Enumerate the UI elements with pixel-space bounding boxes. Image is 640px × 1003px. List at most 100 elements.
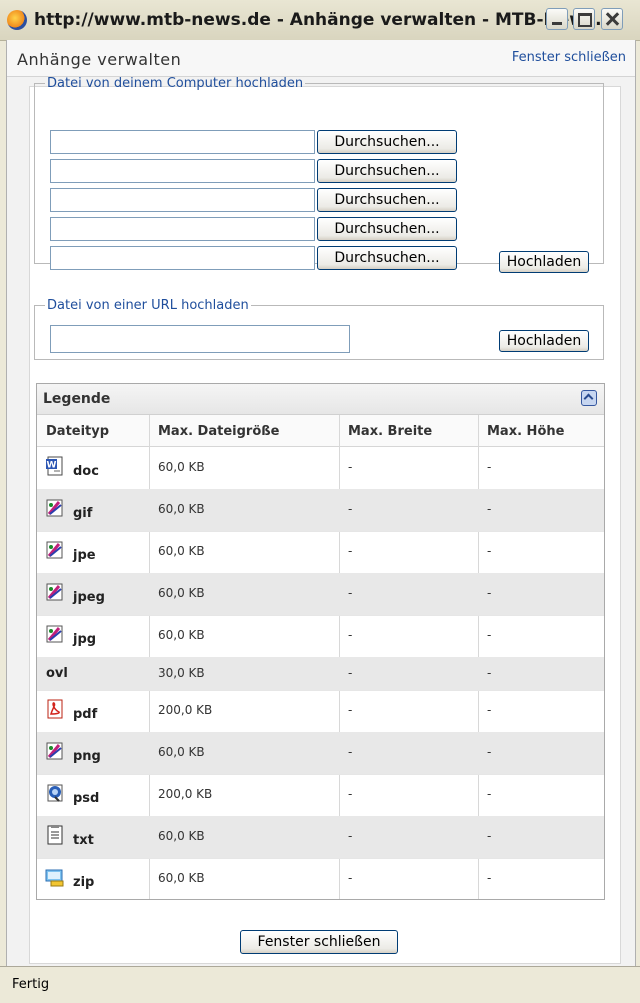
filetype-label: png [73,749,101,764]
close-window-link[interactable]: Fenster schließen [512,50,626,65]
max-height-value: - [487,586,492,600]
filetype-label: jpeg [73,590,105,605]
max-width-value: - [348,544,353,558]
table-row: txt 60,0 KB - - [37,816,604,859]
table-row: jpe 60,0 KB - - [37,531,604,574]
table-row: jpeg 60,0 KB - - [37,573,604,616]
filetype-label: txt [73,833,94,848]
max-size-value: 200,0 KB [158,703,213,717]
word-document-icon: W [45,456,65,476]
filetype-label: gif [73,506,93,521]
table-header-row: Dateityp Max. Dateigröße Max. Breite Max… [37,415,604,447]
header-max-width: Max. Breite [348,424,433,439]
photoshop-file-icon [45,783,65,803]
max-size-value: 200,0 KB [158,787,213,801]
legend-table: Legende Dateityp Max. Dateigröße Max. Br… [36,383,605,900]
url-upload-legend: Datei von einer URL hochladen [47,298,249,313]
file-upload-row: Durchsuchen... [50,130,457,156]
max-size-value: 60,0 KB [158,871,205,885]
image-file-icon [45,624,65,644]
page-title: Anhänge verwalten [17,50,182,69]
file-input-2[interactable] [50,159,315,183]
max-height-value: - [487,666,492,680]
table-row: jpg 60,0 KB - - [37,615,604,658]
image-file-icon [45,741,65,761]
max-width-value: - [348,703,353,717]
image-file-icon [45,582,65,602]
status-text: Fertig [12,977,50,992]
max-size-value: 60,0 KB [158,460,205,474]
url-input[interactable] [50,325,350,353]
window-titlebar: http://www.mtb-news.de - Anhänge verwalt… [0,0,640,41]
max-width-value: - [348,829,353,843]
close-window-button[interactable] [601,8,623,30]
window-title: http://www.mtb-news.de - Anhänge verwalt… [34,10,621,30]
max-size-value: 60,0 KB [158,745,205,759]
close-window-button-bottom[interactable]: Fenster schließen [240,930,398,954]
browse-button-4[interactable]: Durchsuchen... [317,217,457,241]
file-upload-row: Durchsuchen... [50,159,457,185]
max-width-value: - [348,502,353,516]
file-input-1[interactable] [50,130,315,154]
header-max-height: Max. Höhe [487,424,565,439]
browse-button-1[interactable]: Durchsuchen... [317,130,457,154]
pdf-file-icon [45,699,65,719]
table-row: ovl 30,0 KB - - [37,657,604,691]
max-height-value: - [487,460,492,474]
max-width-value: - [348,787,353,801]
browse-button-2[interactable]: Durchsuchen... [317,159,457,183]
computer-upload-legend: Datei von deinem Computer hochladen [47,76,304,91]
table-row: pdf 200,0 KB - - [37,690,604,733]
browse-button-5[interactable]: Durchsuchen... [317,246,457,270]
max-height-value: - [487,628,492,642]
file-upload-row: Durchsuchen... [50,246,457,272]
page-header: Anhänge verwalten Fenster schließen [7,40,635,77]
text-file-icon [45,825,65,845]
image-file-icon [45,540,65,560]
max-size-value: 60,0 KB [158,502,205,516]
max-size-value: 60,0 KB [158,829,205,843]
collapse-icon[interactable] [581,390,597,406]
panel-inner: Datei von deinem Computer hochladen Durc… [28,76,618,962]
max-width-value: - [348,586,353,600]
file-input-3[interactable] [50,188,315,212]
filetype-label: psd [73,791,100,806]
table-row: psd 200,0 KB - - [37,774,604,817]
table-row: Wdoc 60,0 KB - - [37,447,604,490]
zip-archive-icon [45,867,65,887]
svg-text:W: W [47,461,57,471]
browse-button-3[interactable]: Durchsuchen... [317,188,457,212]
minimize-button[interactable] [546,8,568,30]
max-width-value: - [348,460,353,474]
filetype-label: doc [73,464,99,479]
filetype-label: pdf [73,707,98,722]
max-width-value: - [348,871,353,885]
legend-header: Legende [37,384,604,415]
upload-url-button[interactable]: Hochladen [499,330,589,352]
max-height-value: - [487,871,492,885]
filetype-label: zip [73,875,95,890]
status-bar: Fertig [0,966,640,1003]
max-size-value: 60,0 KB [158,544,205,558]
max-height-value: - [487,703,492,717]
filetype-label: jpg [73,632,97,647]
max-height-value: - [487,787,492,801]
firefox-icon [7,10,27,30]
max-height-value: - [487,745,492,759]
file-input-5[interactable] [50,246,315,270]
file-input-4[interactable] [50,217,315,241]
table-row: png 60,0 KB - - [37,732,604,775]
max-height-value: - [487,829,492,843]
maximize-button[interactable] [573,8,595,30]
max-width-value: - [348,628,353,642]
max-width-value: - [348,666,353,680]
max-size-value: 60,0 KB [158,586,205,600]
upload-computer-button[interactable]: Hochladen [499,251,589,273]
max-height-value: - [487,544,492,558]
file-upload-row: Durchsuchen... [50,188,457,214]
table-row: gif 60,0 KB - - [37,489,604,532]
max-size-value: 30,0 KB [158,666,205,680]
max-height-value: - [487,502,492,516]
legend-title: Legende [43,391,111,407]
header-filetype: Dateityp [46,424,110,439]
